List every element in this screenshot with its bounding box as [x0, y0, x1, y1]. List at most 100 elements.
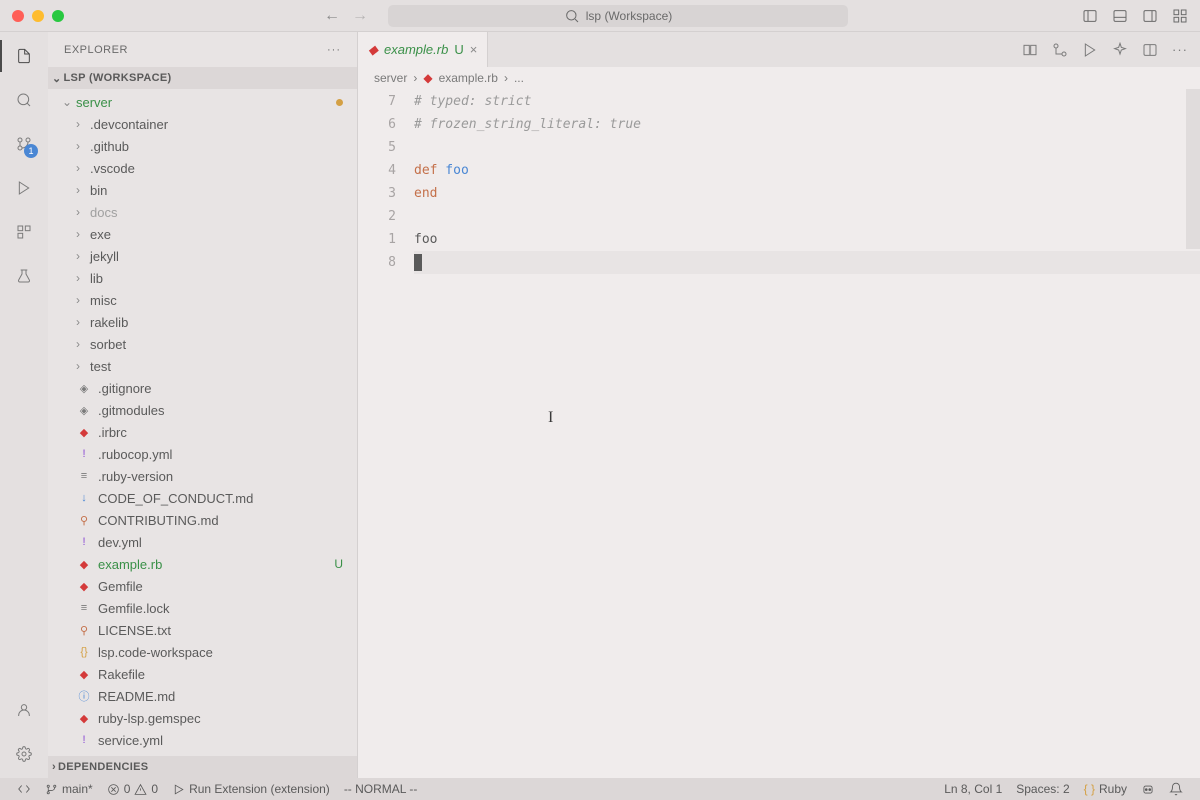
cursor-position-button[interactable]: Ln 8, Col 1	[937, 782, 1009, 796]
search-icon	[16, 92, 32, 108]
customize-layout-icon[interactable]	[1172, 8, 1188, 24]
code-line[interactable]: end	[414, 182, 1200, 205]
folder-item[interactable]: ›sorbet	[48, 333, 357, 355]
sparkle-icon[interactable]	[1112, 42, 1128, 58]
file-item[interactable]: !service.yml	[48, 729, 357, 751]
layout-sidebar-right-icon[interactable]	[1142, 8, 1158, 24]
layout-sidebar-left-icon[interactable]	[1082, 8, 1098, 24]
compare-changes-icon[interactable]	[1022, 42, 1038, 58]
file-tree: ⌄server›.devcontainer›.github›.vscode›bi…	[48, 89, 357, 756]
folder-label: server	[76, 95, 112, 110]
folder-item[interactable]: ›lib	[48, 267, 357, 289]
file-item[interactable]: {}lsp.code-workspace	[48, 641, 357, 663]
run-file-icon[interactable]	[1052, 42, 1068, 58]
folder-root[interactable]: ⌄server	[48, 91, 357, 113]
editor-content[interactable]: 76543218 # typed: strict# frozen_string_…	[358, 89, 1200, 778]
file-item[interactable]: ◈.gitignore	[48, 377, 357, 399]
problems-button[interactable]: 0 0	[100, 782, 165, 796]
code-line[interactable]: # typed: strict	[414, 90, 1200, 113]
folder-item[interactable]: ›misc	[48, 289, 357, 311]
split-editor-icon[interactable]	[1142, 42, 1158, 58]
maximize-window-button[interactable]	[52, 10, 64, 22]
folder-item[interactable]: ›rakelib	[48, 311, 357, 333]
remote-icon	[17, 782, 31, 796]
explorer-tab[interactable]	[12, 44, 36, 68]
extensions-icon	[16, 224, 32, 240]
file-item[interactable]: ⓘREADME.md	[48, 685, 357, 707]
run-debug-tab[interactable]	[12, 176, 36, 200]
tab-close-button[interactable]: ×	[470, 42, 478, 57]
workspace-section-header[interactable]: ⌄ LSP (WORKSPACE)	[48, 67, 357, 89]
notifications-button[interactable]	[1162, 782, 1190, 796]
file-item[interactable]: ◆Gemfile	[48, 575, 357, 597]
file-item[interactable]: ⚲LICENSE.txt	[48, 619, 357, 641]
file-label: README.md	[98, 689, 175, 704]
remote-button[interactable]	[10, 782, 38, 796]
accounts-button[interactable]	[12, 698, 36, 722]
breadcrumb-symbol[interactable]: ...	[514, 71, 524, 85]
modified-indicator-icon	[336, 99, 343, 106]
folder-item[interactable]: ›test	[48, 355, 357, 377]
folder-item[interactable]: ›.devcontainer	[48, 113, 357, 135]
layout-panel-icon[interactable]	[1112, 8, 1128, 24]
editor-more-button[interactable]: ···	[1172, 42, 1188, 57]
nav-forward-button[interactable]: →	[352, 7, 368, 25]
nav-back-button[interactable]: ←	[324, 7, 340, 25]
debug-target-button[interactable]: Run Extension (extension)	[165, 782, 337, 796]
file-item[interactable]: ↓CODE_OF_CONDUCT.md	[48, 487, 357, 509]
folder-item[interactable]: ›.github	[48, 135, 357, 157]
indentation-button[interactable]: Spaces: 2	[1009, 782, 1076, 796]
close-window-button[interactable]	[12, 10, 24, 22]
source-control-tab[interactable]: 1	[12, 132, 36, 156]
code-line[interactable]: def foo	[414, 159, 1200, 182]
minimize-window-button[interactable]	[32, 10, 44, 22]
chevron-right-icon: ›	[76, 205, 90, 219]
dependencies-section-header[interactable]: › DEPENDENCIES	[48, 756, 357, 778]
branch-button[interactable]: main*	[38, 782, 100, 796]
testing-tab[interactable]	[12, 264, 36, 288]
code-line[interactable]	[414, 251, 1200, 274]
file-item[interactable]: ⚲CONTRIBUTING.md	[48, 509, 357, 531]
file-item[interactable]: ◆ruby-lsp.gemspec	[48, 707, 357, 729]
command-center-search[interactable]: lsp (Workspace)	[388, 5, 848, 27]
explorer-more-button[interactable]: ···	[327, 44, 341, 56]
code-line[interactable]	[414, 205, 1200, 228]
folder-item[interactable]: ›bin	[48, 179, 357, 201]
search-tab[interactable]	[12, 88, 36, 112]
file-item[interactable]: ≡Gemfile.lock	[48, 597, 357, 619]
file-item[interactable]: ◆.irbrc	[48, 421, 357, 443]
settings-button[interactable]	[12, 742, 36, 766]
ruby-file-icon: ◆	[76, 578, 92, 594]
extensions-tab[interactable]	[12, 220, 36, 244]
code-file-icon: ⚲	[76, 622, 92, 638]
file-item[interactable]: !dev.yml	[48, 531, 357, 553]
code-line[interactable]	[414, 136, 1200, 159]
branch-icon	[45, 783, 58, 796]
tab-example-rb[interactable]: ◆ example.rb U ×	[358, 32, 488, 67]
folder-label: bin	[90, 183, 107, 198]
code-body[interactable]: # typed: strict# frozen_string_literal: …	[414, 89, 1200, 778]
language-mode-button[interactable]: { } Ruby	[1077, 782, 1134, 796]
copilot-button[interactable]	[1134, 782, 1162, 796]
breadcrumb-folder[interactable]: server	[374, 71, 407, 85]
file-item[interactable]: !.rubocop.yml	[48, 443, 357, 465]
code-line[interactable]: foo	[414, 228, 1200, 251]
folder-item[interactable]: ›.vscode	[48, 157, 357, 179]
file-item[interactable]: ◈.gitmodules	[48, 399, 357, 421]
breadcrumb[interactable]: server › ◆ example.rb › ...	[358, 67, 1200, 89]
folder-item[interactable]: ›jekyll	[48, 245, 357, 267]
code-line[interactable]: # frozen_string_literal: true	[414, 113, 1200, 136]
file-item[interactable]: ◆Rakefile	[48, 663, 357, 685]
file-label: CONTRIBUTING.md	[98, 513, 219, 528]
folder-item[interactable]: ›exe	[48, 223, 357, 245]
breadcrumb-file[interactable]: example.rb	[439, 71, 498, 85]
error-icon	[107, 783, 120, 796]
folder-item[interactable]: ›docs	[48, 201, 357, 223]
warning-icon	[134, 783, 147, 796]
minimap[interactable]	[1186, 89, 1200, 249]
run-last-icon[interactable]	[1082, 42, 1098, 58]
file-item[interactable]: ≡.ruby-version	[48, 465, 357, 487]
debug-icon	[172, 783, 185, 796]
warning-count: 0	[151, 782, 158, 796]
file-item[interactable]: ◆example.rbU	[48, 553, 357, 575]
